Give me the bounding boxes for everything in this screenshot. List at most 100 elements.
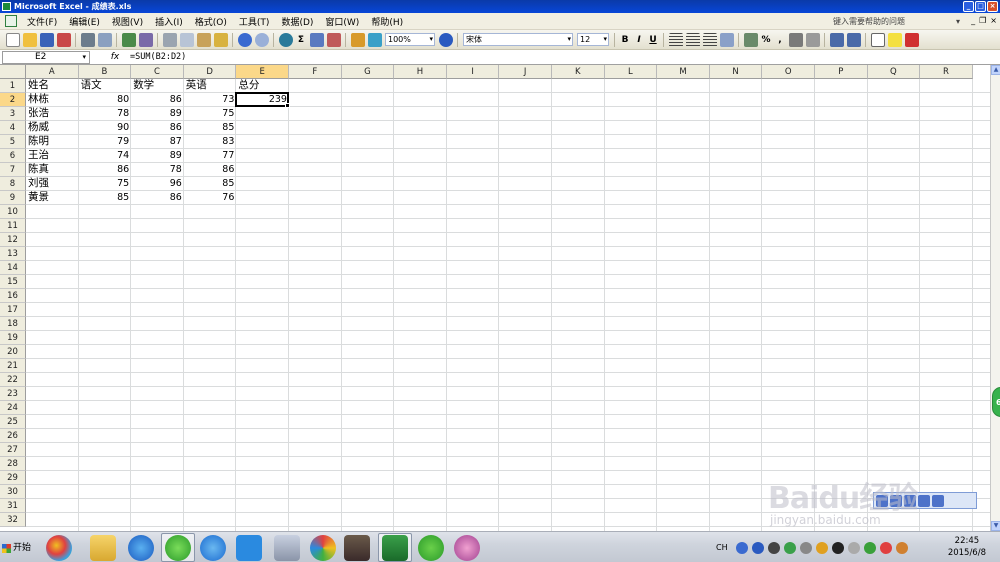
copy-icon[interactable]	[179, 32, 194, 47]
workbook-close-button[interactable]: ×	[990, 16, 997, 25]
data-cell-chinese[interactable]: 78	[79, 107, 132, 121]
data-cell-name[interactable]: 陈真	[26, 163, 79, 177]
row-header-30[interactable]: 30	[0, 485, 26, 499]
browser-360-icon[interactable]	[165, 535, 191, 561]
menu-insert[interactable]: 插入(I)	[149, 15, 189, 28]
float-tool-icon[interactable]	[918, 494, 930, 507]
italic-button[interactable]: I	[632, 35, 646, 45]
data-cell-english[interactable]: 75	[184, 107, 237, 121]
tray-qq-icon[interactable]	[831, 541, 844, 554]
chart-wizard-icon[interactable]	[350, 32, 365, 47]
photo-icon[interactable]	[344, 535, 370, 561]
clock[interactable]: 22:45 2015/6/8	[948, 535, 986, 559]
help-search-input[interactable]: 键入需要帮助的问题 ▾	[830, 15, 960, 28]
data-cell-chinese[interactable]: 85	[79, 191, 132, 205]
maximize-button[interactable]: □	[975, 1, 986, 12]
row-header-28[interactable]: 28	[0, 457, 26, 471]
data-cell-math[interactable]: 86	[131, 191, 184, 205]
research-icon[interactable]	[138, 32, 153, 47]
hyperlink-icon[interactable]	[278, 32, 293, 47]
data-cell-name[interactable]: 林栋	[26, 93, 79, 107]
row-header-7[interactable]: 7	[0, 163, 26, 177]
open-icon[interactable]	[22, 32, 37, 47]
column-header-i[interactable]: I	[446, 65, 500, 79]
tray-settings-icon[interactable]	[767, 541, 780, 554]
row-header-1[interactable]: 1	[0, 79, 26, 93]
column-header-r[interactable]: R	[920, 65, 973, 79]
row-header-22[interactable]: 22	[0, 373, 26, 387]
row-header-19[interactable]: 19	[0, 331, 26, 345]
borders-icon[interactable]	[870, 32, 885, 47]
side-floating-widget[interactable]: 66	[992, 387, 1000, 417]
data-cell-name[interactable]: 王治	[26, 149, 79, 163]
column-header-l[interactable]: L	[604, 65, 658, 79]
menu-window[interactable]: 窗口(W)	[319, 15, 365, 28]
row-header-26[interactable]: 26	[0, 429, 26, 443]
header-cell[interactable]: 语文	[79, 79, 132, 93]
zoom-select[interactable]: 100%	[385, 33, 435, 46]
row-header-18[interactable]: 18	[0, 317, 26, 331]
column-header-p[interactable]: P	[815, 65, 868, 79]
row-header-24[interactable]: 24	[0, 401, 26, 415]
column-header-k[interactable]: K	[552, 65, 605, 79]
data-cell-math[interactable]: 78	[131, 163, 184, 177]
spelling-icon[interactable]	[121, 32, 136, 47]
float-tool-icon[interactable]	[876, 494, 888, 507]
increase-indent-icon[interactable]	[846, 32, 861, 47]
row-header-29[interactable]: 29	[0, 471, 26, 485]
data-cell-english[interactable]: 85	[184, 177, 237, 191]
ie-browser-icon[interactable]	[128, 535, 154, 561]
undo-icon[interactable]	[237, 32, 252, 47]
minimize-button[interactable]: _	[963, 1, 974, 12]
row-header-16[interactable]: 16	[0, 289, 26, 303]
sort-ascending-icon[interactable]	[309, 32, 324, 47]
row-header-17[interactable]: 17	[0, 303, 26, 317]
sort-descending-icon[interactable]	[326, 32, 341, 47]
row-header-12[interactable]: 12	[0, 233, 26, 247]
data-cell-english[interactable]: 86	[184, 163, 237, 177]
data-cell-math[interactable]: 96	[131, 177, 184, 191]
chrome-icon[interactable]	[310, 535, 336, 561]
underline-button[interactable]: U	[646, 35, 660, 45]
column-header-j[interactable]: J	[499, 65, 552, 79]
new-icon[interactable]	[5, 32, 20, 47]
data-cell-chinese[interactable]: 86	[79, 163, 132, 177]
app-launcher-icon[interactable]	[46, 535, 72, 561]
data-cell-name[interactable]: 张浩	[26, 107, 79, 121]
data-cell-english[interactable]: 83	[184, 135, 237, 149]
column-header-m[interactable]: M	[657, 65, 710, 79]
help-dropdown-icon[interactable]: ▾	[956, 17, 960, 26]
fill-color-icon[interactable]	[887, 32, 902, 47]
start-button[interactable]: 开始	[2, 539, 38, 557]
row-header-21[interactable]: 21	[0, 359, 26, 373]
row-header-20[interactable]: 20	[0, 345, 26, 359]
row-header-8[interactable]: 8	[0, 177, 26, 191]
row-header-31[interactable]: 31	[0, 499, 26, 513]
menu-data[interactable]: 数据(D)	[275, 15, 319, 28]
workbook-restore-button[interactable]: ❐	[979, 16, 986, 25]
row-header-2[interactable]: 2	[0, 93, 26, 107]
column-header-h[interactable]: H	[394, 65, 447, 79]
currency-icon[interactable]	[743, 32, 758, 47]
folder-icon[interactable]	[90, 535, 116, 561]
column-header-e[interactable]: E	[236, 65, 289, 79]
tray-app-icon[interactable]	[783, 541, 796, 554]
save-icon[interactable]	[39, 32, 54, 47]
column-header-d[interactable]: D	[183, 65, 237, 79]
align-center-icon[interactable]	[685, 32, 700, 47]
column-header-b[interactable]: B	[78, 65, 132, 79]
excel-taskbar-icon[interactable]	[382, 535, 408, 561]
tray-qq2-icon[interactable]	[879, 541, 892, 554]
float-tool-icon[interactable]	[932, 494, 944, 507]
data-cell-chinese[interactable]: 80	[79, 93, 132, 107]
row-header-14[interactable]: 14	[0, 261, 26, 275]
paste-icon[interactable]	[196, 32, 211, 47]
column-header-n[interactable]: N	[709, 65, 763, 79]
language-indicator[interactable]: CH	[716, 543, 728, 552]
format-painter-icon[interactable]	[213, 32, 228, 47]
data-cell-chinese[interactable]: 75	[79, 177, 132, 191]
menu-format[interactable]: 格式(O)	[189, 15, 233, 28]
select-all-corner[interactable]	[0, 65, 26, 79]
workbook-minimize-button[interactable]: _	[971, 16, 975, 25]
percent-button[interactable]: %	[759, 35, 773, 45]
